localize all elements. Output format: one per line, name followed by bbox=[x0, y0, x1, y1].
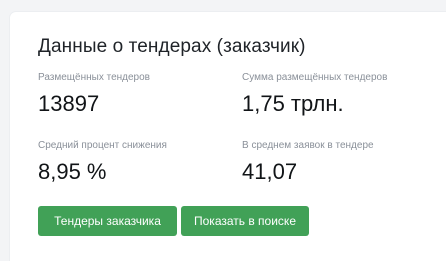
stat-label: В среднем заявок в тендере bbox=[242, 140, 374, 151]
stat-value: 13897 bbox=[38, 91, 100, 116]
card-title: Данные о тендерах (заказчик) bbox=[38, 36, 306, 57]
show-in-search-button[interactable]: Показать в поиске bbox=[181, 206, 309, 236]
stat-value: 1,75 трлн. bbox=[242, 91, 344, 116]
customer-tenders-button[interactable]: Тендеры заказчика bbox=[38, 206, 177, 236]
stat-avg-bids: В среднем заявок в тендере 41,07 bbox=[242, 140, 442, 185]
stat-tenders-sum: Сумма размещённых тендеров 1,75 трлн. bbox=[242, 72, 442, 117]
stat-label: Средний процент снижения bbox=[38, 140, 167, 151]
stat-tenders-posted: Размещённых тендеров 13897 bbox=[38, 72, 238, 117]
stat-avg-reduction: Средний процент снижения 8,95 % bbox=[38, 140, 238, 185]
stat-label: Размещённых тендеров bbox=[38, 72, 150, 83]
stat-value: 8,95 % bbox=[38, 159, 107, 184]
tender-data-card: Данные о тендерах (заказчик) Размещённых… bbox=[10, 12, 446, 261]
stat-value: 41,07 bbox=[242, 159, 298, 184]
stat-label: Сумма размещённых тендеров bbox=[242, 72, 388, 83]
